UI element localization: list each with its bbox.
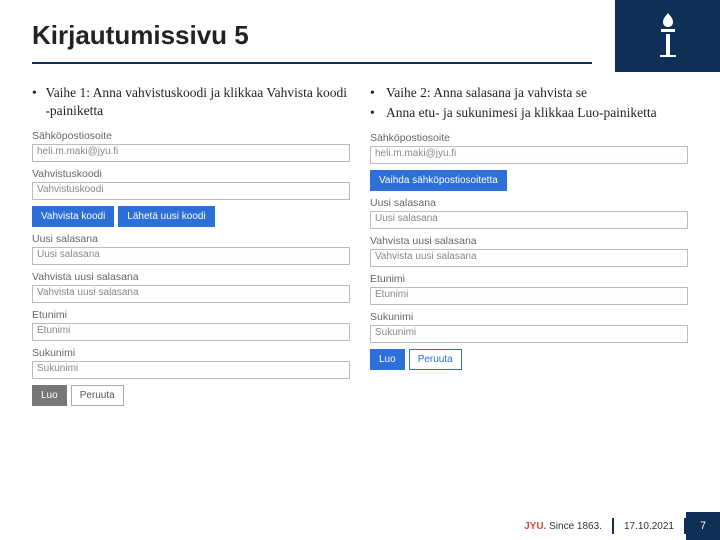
last-field[interactable]: Sukunimi xyxy=(32,361,350,379)
bullet-item: • Vaihe 1: Anna vahvistuskoodi ja klikka… xyxy=(32,84,350,120)
bullet-dot: • xyxy=(370,104,386,122)
first-label: Etunimi xyxy=(32,309,350,321)
last-label: Sukunimi xyxy=(370,311,688,323)
email-field[interactable]: heli.m.maki@jyu.fi xyxy=(370,146,688,164)
last-field[interactable]: Sukunimi xyxy=(370,325,688,343)
footer-since: Since 1863. xyxy=(549,521,602,532)
email-label: Sähköpostiosoite xyxy=(370,132,688,144)
first-label: Etunimi xyxy=(370,273,688,285)
bullet-text: Vaihe 1: Anna vahvistuskoodi ja klikkaa … xyxy=(45,84,350,120)
newpw-label: Uusi salasana xyxy=(32,233,350,245)
footer-page: 7 xyxy=(686,512,720,540)
right-column: • Vaihe 2: Anna salasana ja vahvista se … xyxy=(370,84,688,412)
email-label: Sähköpostiosoite xyxy=(32,130,350,142)
create-button[interactable]: Luo xyxy=(370,349,405,370)
page-title: Kirjautumissivu 5 xyxy=(32,20,249,51)
footer: JYU. Since 1863. 17.10.2021 7 xyxy=(0,512,720,540)
confpw-label: Vahvista uusi salasana xyxy=(32,271,350,283)
bullet-dot: • xyxy=(370,84,386,102)
newpw-field[interactable]: Uusi salasana xyxy=(370,211,688,229)
code-label: Vahvistuskoodi xyxy=(32,168,350,180)
bullet-item: • Vaihe 2: Anna salasana ja vahvista se xyxy=(370,84,688,102)
confirm-code-button[interactable]: Vahvista koodi xyxy=(32,206,114,227)
footer-jyu: JYU. xyxy=(524,521,546,532)
left-column: • Vaihe 1: Anna vahvistuskoodi ja klikka… xyxy=(32,84,350,412)
email-field[interactable]: heli.m.maki@jyu.fi xyxy=(32,144,350,162)
torch-icon xyxy=(654,11,682,62)
change-email-button[interactable]: Vaihda sähköpostiosoitetta xyxy=(370,170,507,191)
bullet-text: Anna etu- ja sukunimesi ja klikkaa Luo-p… xyxy=(386,104,657,122)
right-form: Sähköpostiosoite heli.m.maki@jyu.fi Vaih… xyxy=(370,132,688,370)
cancel-button[interactable]: Peruuta xyxy=(71,385,124,406)
confpw-field[interactable]: Vahvista uusi salasana xyxy=(32,285,350,303)
confpw-field[interactable]: Vahvista uusi salasana xyxy=(370,249,688,267)
footer-date: 17.10.2021 xyxy=(614,521,684,532)
code-field[interactable]: Vahvistuskoodi xyxy=(32,182,350,200)
footer-tag: JYU. Since 1863. xyxy=(514,521,612,532)
left-form: Sähköpostiosoite heli.m.maki@jyu.fi Vahv… xyxy=(32,130,350,406)
bullet-text: Vaihe 2: Anna salasana ja vahvista se xyxy=(386,84,587,102)
right-bullets: • Vaihe 2: Anna salasana ja vahvista se … xyxy=(370,84,688,122)
bullet-item: • Anna etu- ja sukunimesi ja klikkaa Luo… xyxy=(370,104,688,122)
left-bullets: • Vaihe 1: Anna vahvistuskoodi ja klikka… xyxy=(32,84,350,120)
confpw-label: Vahvista uusi salasana xyxy=(370,235,688,247)
content: • Vaihe 1: Anna vahvistuskoodi ja klikka… xyxy=(32,84,688,412)
newpw-label: Uusi salasana xyxy=(370,197,688,209)
newpw-field[interactable]: Uusi salasana xyxy=(32,247,350,265)
brand-corner xyxy=(615,0,720,72)
first-field[interactable]: Etunimi xyxy=(32,323,350,341)
bullet-dot: • xyxy=(32,84,45,120)
resend-code-button[interactable]: Lähetä uusi koodi xyxy=(118,206,214,227)
cancel-button[interactable]: Peruuta xyxy=(409,349,462,370)
title-rule xyxy=(32,62,592,64)
create-button[interactable]: Luo xyxy=(32,385,67,406)
first-field[interactable]: Etunimi xyxy=(370,287,688,305)
last-label: Sukunimi xyxy=(32,347,350,359)
